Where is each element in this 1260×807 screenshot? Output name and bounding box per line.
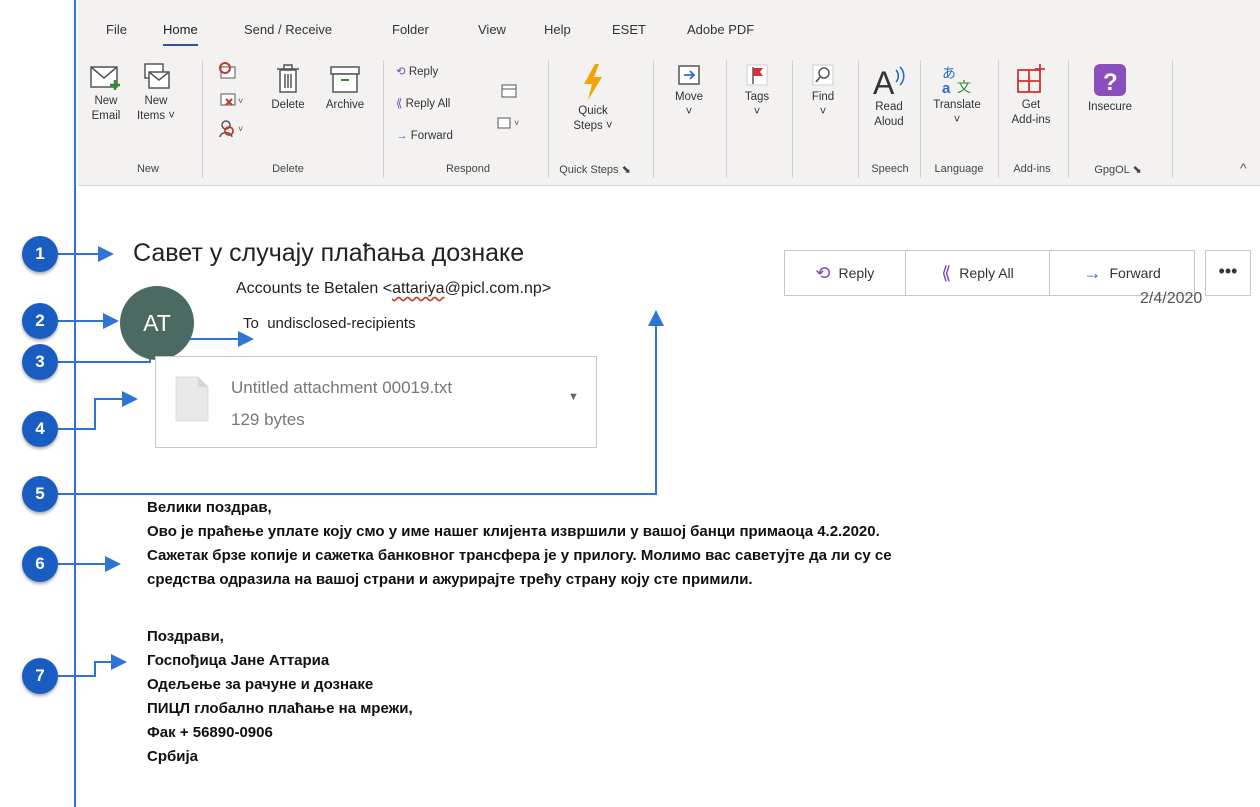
avatar[interactable]: AT xyxy=(120,286,194,360)
file-icon xyxy=(175,376,209,422)
message-date: 2/4/2020 xyxy=(1140,290,1203,307)
body-line: Велики поздрав, xyxy=(147,499,272,516)
callout-badge-7: 7 xyxy=(22,658,58,694)
more-actions-button[interactable]: ••• xyxy=(1205,250,1251,296)
signature-line: ПИЦЛ глобално плаћање на мрежи, xyxy=(147,700,413,717)
callout-badge-4: 4 xyxy=(22,411,58,447)
body-line: Ово је праћење уплате коју смо у име наш… xyxy=(147,523,880,540)
recipients: To undisclosed-recipients xyxy=(243,315,416,332)
reply-arrow-icon: ⟲ xyxy=(815,262,831,283)
attachment-size: 129 bytes xyxy=(231,410,305,429)
reply-all-button[interactable]: ⟪ Reply All xyxy=(906,251,1051,295)
callout-badge-5: 5 xyxy=(22,476,58,512)
body-line: средства одразила на вашој страни и ажур… xyxy=(147,571,753,588)
signature-line: Госпођица Јане Аттариа xyxy=(147,652,330,669)
callout-badge-2: 2 xyxy=(22,303,58,339)
message-body: Велики поздрав, Ово је праћење уплате ко… xyxy=(147,496,892,592)
callout-badge-3: 3 xyxy=(22,344,58,380)
message-subject: Савет у случају плаћања дознаке xyxy=(133,239,525,267)
signature-line: Одељење за рачуне и дознаке xyxy=(147,676,374,693)
forward-button[interactable]: → Forward xyxy=(1050,251,1194,295)
message-signature: Поздрави, Госпођица Јане Аттариа Одељење… xyxy=(147,625,413,769)
signature-line: Србија xyxy=(147,748,198,765)
signature-line: Поздрави, xyxy=(147,628,224,645)
message-actions: ⟲ Reply ⟪ Reply All → Forward xyxy=(784,250,1195,296)
callout-badge-6: 6 xyxy=(22,546,58,582)
attachment-card[interactable]: Untitled attachment 00019.txt 129 bytes … xyxy=(155,356,597,448)
sender[interactable]: Accounts te Betalen <attariya@picl.com.n… xyxy=(236,280,551,298)
attachment-name: Untitled attachment 00019.txt xyxy=(231,378,453,397)
forward-arrow-icon: → xyxy=(1083,262,1102,283)
callout-badge-1: 1 xyxy=(22,236,58,272)
reply-button[interactable]: ⟲ Reply xyxy=(785,251,906,295)
reply-all-icon: ⟪ xyxy=(941,262,952,283)
signature-line: Фак + 56890-0906 xyxy=(147,724,273,741)
chevron-down-icon[interactable]: ▼ xyxy=(568,391,579,403)
body-line: Сажетак брзе копије и сажетка банковног … xyxy=(147,547,892,564)
